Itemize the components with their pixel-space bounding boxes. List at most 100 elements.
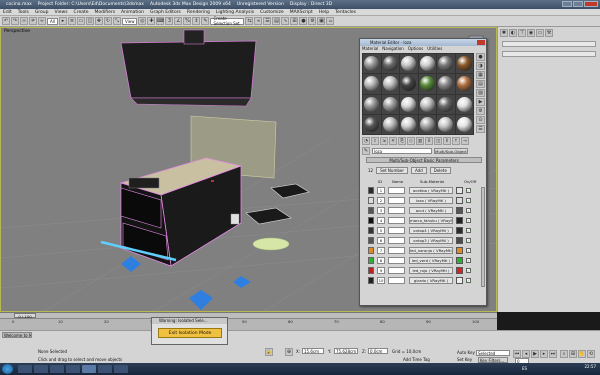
put-to-scene-icon[interactable]: ⇪ — [371, 137, 379, 145]
submaterial-id-field[interactable]: 4 — [377, 217, 385, 224]
show-map-in-viewport-icon[interactable]: ◫ — [434, 137, 442, 145]
submaterial-swatch[interactable] — [368, 207, 374, 214]
sample-slot[interactable] — [363, 54, 381, 74]
submaterial-swatch[interactable] — [368, 227, 374, 234]
graphite-ribbon-icon[interactable]: ▤ — [272, 17, 281, 25]
orbit-icon[interactable]: ⟲ — [587, 350, 595, 358]
col-sub-material[interactable]: Sub-Material — [420, 179, 444, 184]
submaterial-id-field[interactable]: 9 — [377, 267, 385, 274]
spinner-snap-icon[interactable]: ⇕ — [192, 17, 201, 25]
submaterial-name-field[interactable] — [388, 237, 405, 244]
delete-button[interactable]: Delete — [429, 166, 451, 174]
submaterial-on-checkbox[interactable]: ✓ — [466, 268, 471, 273]
menu-graph-editors[interactable]: Graph Editors — [147, 10, 184, 15]
submaterial-on-checkbox[interactable]: ✓ — [466, 278, 471, 283]
key-mode-dropdown[interactable]: Selected — [476, 350, 510, 356]
submaterial-name-field[interactable] — [388, 207, 405, 214]
submaterial-name-field[interactable] — [388, 277, 405, 284]
show-end-result-icon[interactable]: ⫴ — [443, 137, 451, 145]
submaterial-on-checkbox[interactable]: ✓ — [466, 208, 471, 213]
submaterial-swatch[interactable] — [368, 237, 374, 244]
y-coordinate-field[interactable]: 75,628cm — [334, 348, 358, 354]
create-tab-icon[interactable]: ✱ — [500, 29, 508, 37]
range-hood-object[interactable] — [120, 29, 257, 107]
submaterial-id-field[interactable]: 1 — [377, 187, 385, 194]
med-menu-utilities[interactable]: Utilities — [425, 46, 444, 52]
modify-tab-icon[interactable]: ◐ — [509, 29, 517, 37]
named-selection-sets-dropdown[interactable]: Create Selection Set — [210, 16, 245, 26]
zoom-icon[interactable]: ⌕ — [560, 350, 568, 358]
sample-slot[interactable] — [400, 94, 418, 114]
submaterial-button[interactable]: acetiba ( VRayMtl ) — [409, 187, 453, 194]
lock-selection-icon[interactable]: 🔒 — [265, 348, 273, 356]
align-icon[interactable]: ⫷ — [254, 17, 263, 25]
track-bar[interactable]: 0102030405060708090100 — [0, 318, 497, 330]
sample-slot[interactable] — [437, 54, 455, 74]
hierarchy-tab-icon[interactable]: ⊤ — [518, 29, 526, 37]
sample-slot[interactable] — [381, 74, 399, 94]
curve-editor-icon[interactable]: ∿ — [281, 17, 290, 25]
submaterial-on-checkbox[interactable]: ✓ — [466, 188, 471, 193]
submaterial-button[interactable]: marco_fahuku ( VRayMtl ) — [409, 217, 453, 224]
window-crossing-icon[interactable]: ◫ — [85, 17, 94, 25]
video-color-check-icon[interactable]: ▨ — [476, 89, 485, 97]
sample-slot[interactable] — [381, 94, 399, 114]
submaterial-name-field[interactable] — [388, 197, 405, 204]
set-number-button[interactable]: Set Number — [376, 166, 409, 174]
submaterial-button[interactable]: led_naranjo ( VRayMtl ) — [409, 247, 453, 254]
submaterial-name-field[interactable] — [388, 187, 405, 194]
sample-slot[interactable] — [437, 114, 455, 134]
options-icon[interactable]: ⚙ — [476, 107, 485, 115]
material-type-button[interactable]: Multi/Sub-Object — [434, 147, 468, 154]
submaterial-swatch[interactable] — [368, 247, 374, 254]
go-to-end-icon[interactable]: ⏭ — [549, 350, 557, 358]
submaterial-on-checkbox[interactable]: ✓ — [466, 248, 471, 253]
col-id[interactable]: ID — [378, 179, 382, 184]
cup-object[interactable] — [230, 213, 240, 225]
menu-rendering[interactable]: Rendering — [184, 10, 213, 15]
cutting-board-object[interactable] — [252, 237, 290, 251]
submaterial-id-field[interactable]: 5 — [377, 227, 385, 234]
menu-lighting-analysis[interactable]: Lighting Analysis — [213, 10, 257, 15]
submaterial-button[interactable]: ontop3 ( VRayMtl ) — [409, 237, 453, 244]
submaterial-name-field[interactable] — [388, 227, 405, 234]
col-name[interactable]: Name — [392, 179, 403, 184]
med-menu-options[interactable]: Options — [406, 46, 425, 52]
submaterial-button[interactable]: acut ( VRayMtl ) — [409, 207, 453, 214]
z-coordinate-field[interactable]: 0,0cm — [368, 348, 388, 354]
reset-map-icon[interactable]: ✕ — [389, 137, 397, 145]
multisub-rollout-header[interactable]: Multi/Sub-Object Basic Parameters — [366, 157, 482, 163]
taskbar-3dsmax-icon[interactable] — [82, 365, 96, 373]
go-forward-sibling-icon[interactable]: → — [461, 137, 469, 145]
layer-manager-icon[interactable]: ☰ — [263, 17, 272, 25]
taskbar-photoshop-icon[interactable] — [98, 365, 112, 373]
language-indicator[interactable]: ES — [522, 366, 527, 371]
tray-object-1[interactable] — [245, 207, 292, 225]
play-icon[interactable]: ▶ — [531, 350, 539, 358]
stove-object[interactable] — [119, 157, 243, 267]
material-navigator-icon[interactable]: ☰ — [476, 125, 485, 133]
submaterial-scrollbar[interactable] — [481, 187, 485, 287]
sample-slot[interactable] — [381, 114, 399, 134]
submaterial-id-field[interactable]: 8 — [377, 257, 385, 264]
start-button[interactable] — [2, 364, 13, 374]
sample-slot[interactable] — [400, 74, 418, 94]
system-clock[interactable]: 22:57 — [584, 364, 596, 369]
sample-slot[interactable] — [363, 74, 381, 94]
submaterial-color-swatch[interactable] — [456, 267, 463, 274]
menu-modifiers[interactable]: Modifiers — [92, 10, 119, 15]
undo-icon[interactable]: ↶ — [2, 17, 10, 25]
submaterial-id-field[interactable]: 7 — [377, 247, 385, 254]
rendered-frame-window-icon[interactable]: ▣ — [317, 17, 326, 25]
absolute-mode-icon[interactable]: ⊕ — [285, 348, 293, 356]
taskbar-explorer-icon[interactable] — [18, 365, 32, 373]
submaterial-on-checkbox[interactable]: ✓ — [466, 218, 471, 223]
display-tab-icon[interactable]: ▭ — [536, 29, 544, 37]
material-id-channel-icon[interactable]: 0 — [425, 137, 433, 145]
backlight-icon[interactable]: ◑ — [476, 62, 485, 70]
sample-slot[interactable] — [418, 94, 436, 114]
submaterial-color-swatch[interactable] — [456, 277, 463, 284]
edit-named-selection-icon[interactable]: ✎ — [201, 17, 210, 25]
submaterial-id-field[interactable]: 3 — [377, 207, 385, 214]
maxscript-listener[interactable]: Welcome to M — [2, 332, 32, 338]
